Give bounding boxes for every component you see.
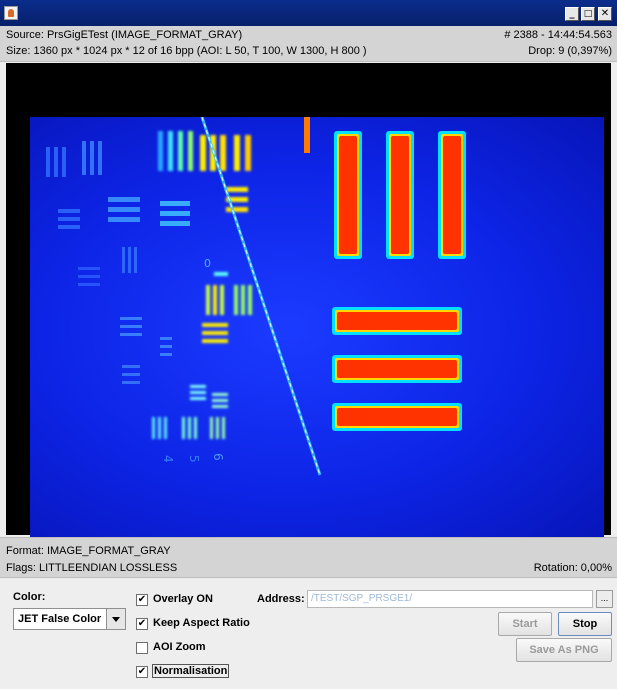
stop-button[interactable]: Stop [558, 612, 612, 636]
color-select[interactable]: JET False Color [13, 608, 126, 630]
chevron-down-icon[interactable] [106, 609, 125, 629]
svg-text:6: 6 [211, 453, 225, 461]
checkmark-icon[interactable]: ✔ [136, 594, 148, 606]
medium-bar-group [158, 131, 251, 212]
normalisation-label: Normalisation [151, 664, 230, 678]
title-bar[interactable]: _ □ ✕ [0, 0, 617, 26]
size-text: Size: 1360 px * 1024 px * 12 of 16 bpp (… [6, 45, 367, 57]
camera-image: 4 5 6 0 [30, 117, 604, 541]
drop-counter: Drop: 9 (0,397%) [528, 45, 612, 57]
faint-target-elements: 4 5 6 0 [46, 141, 225, 463]
large-horizontal-bars [332, 307, 462, 431]
color-label: Color: [13, 591, 46, 603]
svg-text:4: 4 [161, 455, 175, 463]
minimize-button[interactable]: _ [565, 7, 579, 21]
image-info-header: Source: PrsGigETest (IMAGE_FORMAT_GRAY) … [0, 26, 617, 62]
color-select-value: JET False Color [18, 613, 102, 625]
address-value: /TEST/SGP_PRSGE1/ [311, 593, 413, 604]
image-info-footer: Format: IMAGE_FORMAT_GRAY Flags: LITTLEE… [0, 537, 617, 578]
keep-aspect-label: Keep Aspect Ratio [153, 617, 250, 629]
maximize-button[interactable]: □ [581, 7, 595, 21]
overlay-label: Overlay ON [153, 593, 213, 605]
aoi-zoom-label: AOI Zoom [153, 641, 206, 653]
java-icon [4, 6, 18, 20]
flags-text: Flags: LITTLEENDIAN LOSSLESS [6, 562, 178, 574]
svg-text:5: 5 [187, 455, 201, 463]
rotation-text: Rotation: 0,00% [533, 562, 612, 574]
save-png-button[interactable]: Save As PNG [516, 638, 612, 662]
address-label: Address: [257, 593, 305, 605]
large-vertical-bars [304, 117, 466, 259]
format-text: Format: IMAGE_FORMAT_GRAY [6, 545, 171, 557]
app-window: _ □ ✕ Source: PrsGigETest (IMAGE_FORMAT_… [0, 0, 617, 689]
checkbox-empty[interactable] [136, 642, 148, 654]
close-button[interactable]: ✕ [598, 7, 612, 21]
address-field[interactable]: /TEST/SGP_PRSGE1/ [307, 590, 593, 608]
frame-counter: # 2388 - 14:44:54.563 [504, 29, 612, 41]
diagonal-edge-line [200, 117, 322, 476]
image-viewport[interactable]: 4 5 6 0 [6, 63, 611, 541]
browse-button[interactable]: ... [596, 590, 613, 608]
source-text: Source: PrsGigETest (IMAGE_FORMAT_GRAY) [6, 29, 243, 41]
svg-text:0: 0 [204, 257, 211, 270]
checkmark-icon[interactable]: ✔ [136, 618, 148, 630]
checkmark-icon[interactable]: ✔ [136, 666, 148, 678]
start-button[interactable]: Start [498, 612, 552, 636]
